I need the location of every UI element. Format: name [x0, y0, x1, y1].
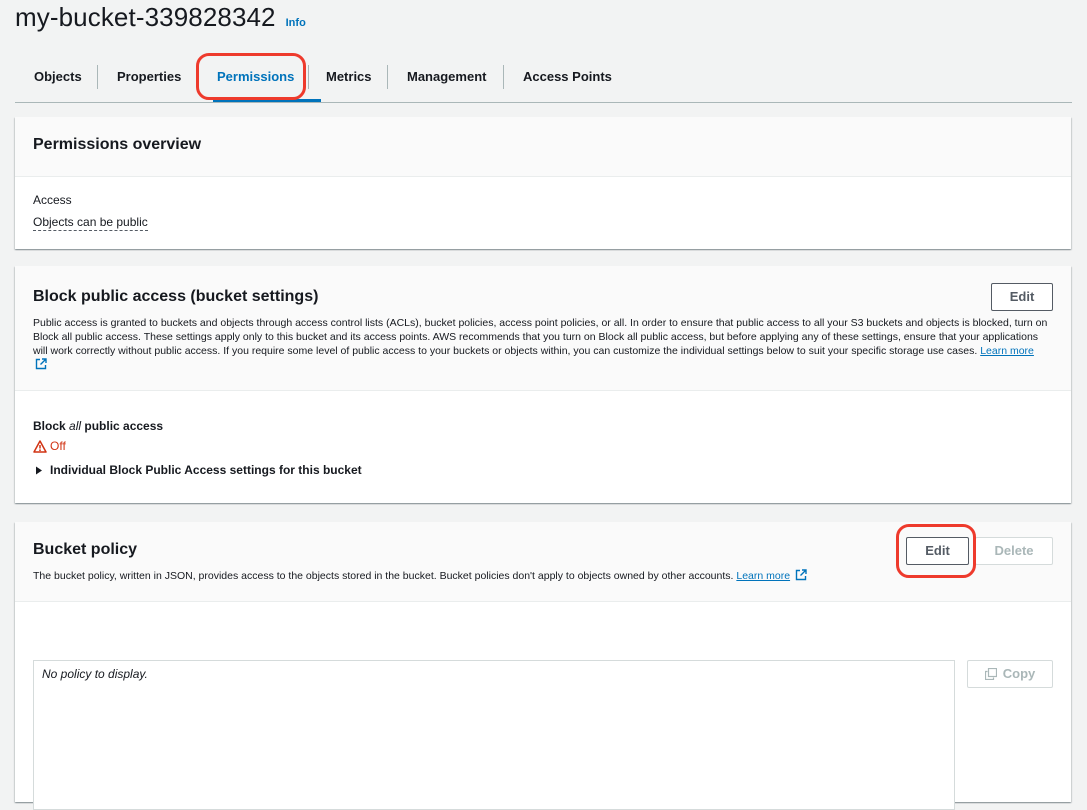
label-emphasis: all: [69, 419, 82, 433]
copy-policy-button[interactable]: Copy: [967, 660, 1053, 688]
external-link-icon: [795, 569, 807, 581]
page-header: my-bucket-339828342 Info: [15, 2, 306, 38]
panel-header: Permissions overview: [15, 117, 1071, 177]
delete-bucket-policy-button[interactable]: Delete: [975, 537, 1053, 565]
label-part: public access: [81, 419, 164, 433]
tab-separator: [97, 65, 98, 89]
tab-separator: [503, 65, 504, 89]
panel-header: Block public access (bucket settings) Ed…: [15, 266, 1071, 391]
block-all-public-access-label: Block all public access: [33, 419, 163, 433]
caret-right-icon: [36, 466, 42, 474]
permissions-overview-panel: Permissions overview Access Objects can …: [15, 117, 1071, 249]
tab-separator: [387, 65, 388, 89]
tab-management[interactable]: Management: [407, 62, 486, 92]
learn-more-link[interactable]: Learn more: [980, 345, 1034, 357]
panel-description: Public access is granted to buckets and …: [33, 316, 1048, 372]
panel-title: Block public access (bucket settings): [33, 288, 319, 305]
empty-policy-text: No policy to display.: [42, 667, 148, 681]
warning-icon: [33, 439, 47, 453]
label-part: Block: [33, 419, 70, 433]
copy-icon: [984, 668, 997, 680]
panel-title: Bucket policy: [33, 541, 138, 558]
tab-objects[interactable]: Objects: [34, 62, 82, 92]
access-value[interactable]: Objects can be public: [33, 215, 148, 231]
tab-access-points[interactable]: Access Points: [523, 62, 612, 92]
external-link-icon: [35, 358, 47, 370]
bucket-title: my-bucket-339828342: [15, 2, 276, 32]
description-text: The bucket policy, written in JSON, prov…: [33, 570, 734, 582]
policy-viewer[interactable]: No policy to display.: [33, 660, 955, 810]
highlight-annotation: [896, 524, 976, 578]
copy-label: Copy: [1002, 666, 1036, 681]
panel-description: The bucket policy, written in JSON, prov…: [33, 569, 807, 583]
tab-separator: [308, 65, 309, 89]
description-text: Public access is granted to buckets and …: [33, 317, 1048, 357]
status-text: Off: [50, 439, 66, 453]
tab-bar: Objects Properties Permissions Metrics M…: [15, 62, 1072, 103]
block-public-access-panel: Block public access (bucket settings) Ed…: [15, 266, 1071, 503]
edit-block-public-access-button[interactable]: Edit: [991, 283, 1053, 311]
status-indicator: Off: [33, 439, 66, 453]
tab-metrics[interactable]: Metrics: [326, 62, 372, 92]
highlight-annotation: [196, 53, 306, 100]
tab-properties[interactable]: Properties: [117, 62, 181, 92]
expander-label: Individual Block Public Access settings …: [50, 463, 362, 477]
info-link[interactable]: Info: [286, 17, 306, 29]
individual-settings-expander[interactable]: Individual Block Public Access settings …: [35, 463, 362, 477]
learn-more-link[interactable]: Learn more: [736, 570, 790, 582]
access-label: Access: [33, 193, 72, 207]
panel-title: Permissions overview: [33, 136, 202, 153]
